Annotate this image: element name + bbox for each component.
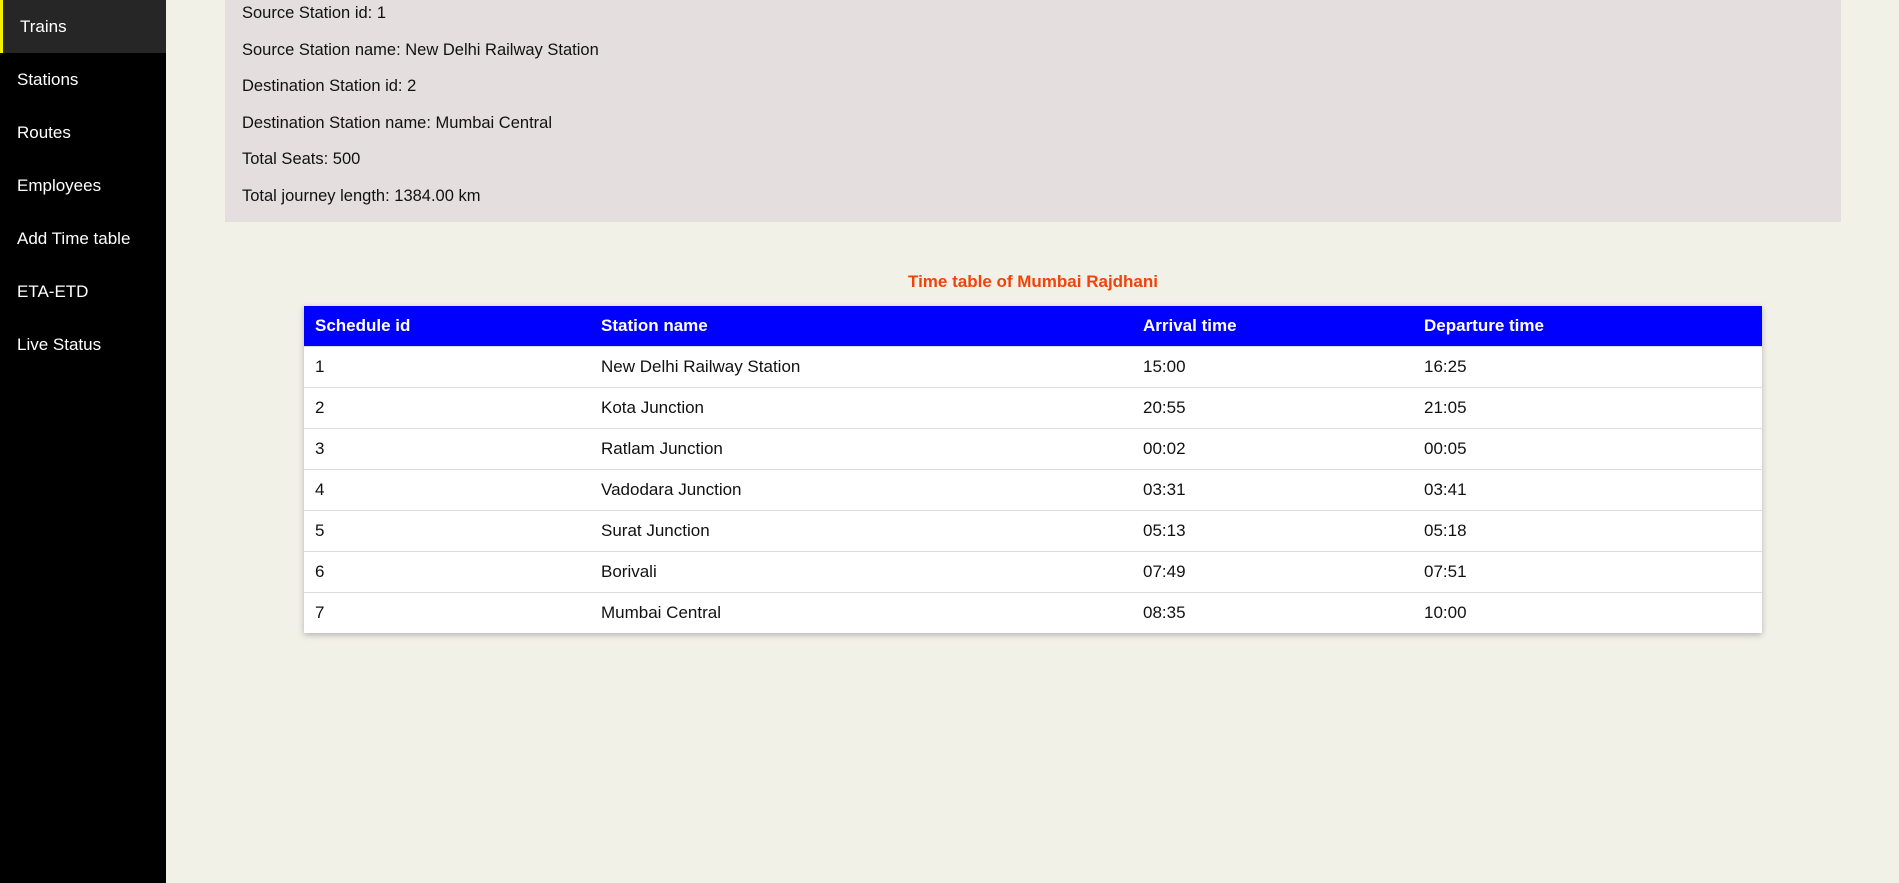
- sidebar-item-live-status[interactable]: Live Status: [0, 318, 166, 371]
- schedule-id-cell: 2: [304, 387, 590, 429]
- timetable-title: Time table of Mumbai Rajdhani: [908, 272, 1158, 291]
- arrival-time-cell: 00:02: [1132, 428, 1413, 470]
- schedule-id-cell: 4: [304, 469, 590, 511]
- table-row: 1 New Delhi Railway Station 15:00 16:25: [304, 346, 1762, 388]
- column-header-schedule-id: Schedule id: [304, 306, 590, 347]
- station-name-cell: Vadodara Junction: [590, 469, 1132, 511]
- column-header-departure-time: Departure time: [1413, 306, 1762, 347]
- station-name-cell: Kota Junction: [590, 387, 1132, 429]
- schedule-id-cell: 3: [304, 428, 590, 470]
- departure-time-cell: 07:51: [1413, 551, 1762, 593]
- departure-time-cell: 16:25: [1413, 346, 1762, 388]
- schedule-id-cell: 5: [304, 510, 590, 552]
- sidebar-item-stations[interactable]: Stations: [0, 53, 166, 106]
- station-name-cell: Ratlam Junction: [590, 428, 1132, 470]
- schedule-id-cell: 6: [304, 551, 590, 593]
- station-name-cell: Borivali: [590, 551, 1132, 593]
- sidebar-item-add-time-table[interactable]: Add Time table: [0, 212, 166, 265]
- arrival-time-cell: 03:31: [1132, 469, 1413, 511]
- sidebar-item-trains[interactable]: Trains: [0, 0, 166, 53]
- schedule-id-cell: 1: [304, 346, 590, 388]
- table-row: 5 Surat Junction 05:13 05:18: [304, 510, 1762, 552]
- source-station-id: Source Station id: 1: [242, 4, 387, 22]
- departure-time-cell: 03:41: [1413, 469, 1762, 511]
- arrival-time-cell: 15:00: [1132, 346, 1413, 388]
- column-header-arrival-time: Arrival time: [1132, 306, 1413, 347]
- table-row: 7 Mumbai Central 08:35 10:00: [304, 592, 1762, 633]
- total-seats: Total Seats: 500: [242, 150, 361, 169]
- table-row: 3 Ratlam Junction 00:02 00:05: [304, 428, 1762, 470]
- schedule-id-cell: 7: [304, 592, 590, 633]
- table-row: 6 Borivali 07:49 07:51: [304, 551, 1762, 593]
- station-name-cell: Mumbai Central: [590, 592, 1132, 633]
- sidebar: Trains Stations Routes Employees Add Tim…: [0, 0, 166, 883]
- departure-time-cell: 10:00: [1413, 592, 1762, 633]
- sidebar-item-employees[interactable]: Employees: [0, 159, 166, 212]
- train-info-panel: Source Station id: 1 Source Station name…: [225, 0, 1841, 222]
- sidebar-item-routes[interactable]: Routes: [0, 106, 166, 159]
- departure-time-cell: 00:05: [1413, 428, 1762, 470]
- sidebar-item-eta-etd[interactable]: ETA-ETD: [0, 265, 166, 318]
- source-station-name: Source Station name: New Delhi Railway S…: [242, 40, 599, 59]
- table-row: 4 Vadodara Junction 03:31 03:41: [304, 469, 1762, 511]
- departure-time-cell: 05:18: [1413, 510, 1762, 552]
- table-row: 2 Kota Junction 20:55 21:05: [304, 387, 1762, 429]
- table-header-row: Schedule id Station name Arrival time De…: [304, 306, 1762, 347]
- column-header-station-name: Station name: [590, 306, 1132, 347]
- destination-station-name: Destination Station name: Mumbai Central: [242, 113, 552, 132]
- station-name-cell: New Delhi Railway Station: [590, 346, 1132, 388]
- arrival-time-cell: 07:49: [1132, 551, 1413, 593]
- total-journey-length: Total journey length: 1384.00 km: [242, 186, 481, 205]
- arrival-time-cell: 20:55: [1132, 387, 1413, 429]
- arrival-time-cell: 08:35: [1132, 592, 1413, 633]
- departure-time-cell: 21:05: [1413, 387, 1762, 429]
- timetable-table: Schedule id Station name Arrival time De…: [304, 306, 1762, 633]
- station-name-cell: Surat Junction: [590, 510, 1132, 552]
- arrival-time-cell: 05:13: [1132, 510, 1413, 552]
- destination-station-id: Destination Station id: 2: [242, 77, 417, 96]
